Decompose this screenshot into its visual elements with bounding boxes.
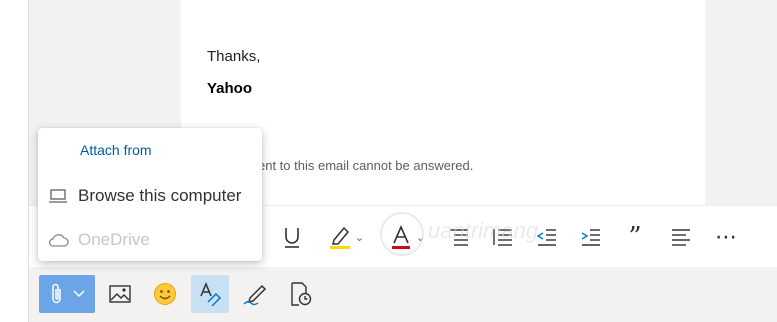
underline-button[interactable] bbox=[280, 222, 304, 252]
format-text-icon bbox=[200, 282, 222, 306]
schedule-send-button[interactable] bbox=[281, 275, 319, 313]
compose-bottom-toolbar bbox=[29, 267, 777, 322]
quote-button[interactable]: ” bbox=[622, 222, 648, 252]
menu-item-onedrive[interactable]: OneDrive bbox=[38, 222, 262, 258]
pen-signature-icon bbox=[243, 284, 267, 306]
more-options-button[interactable]: ⋯ bbox=[712, 222, 740, 252]
highlight-button[interactable]: ⌄ bbox=[324, 222, 368, 252]
watermark-logo bbox=[380, 212, 424, 256]
decrease-indent-icon bbox=[536, 229, 556, 246]
cloud-icon bbox=[38, 233, 78, 247]
increase-indent-icon bbox=[581, 229, 600, 246]
menu-item-label: Browse this computer bbox=[78, 186, 242, 205]
paperclip-icon bbox=[52, 283, 61, 304]
watermark-text: uantrimang bbox=[428, 218, 539, 243]
attach-menu-title: Attach from bbox=[80, 142, 152, 158]
align-button[interactable] bbox=[668, 222, 694, 252]
attach-button[interactable] bbox=[39, 275, 95, 313]
highlighter-icon bbox=[329, 226, 350, 249]
menu-item-browse-computer[interactable]: Browse this computer bbox=[38, 178, 262, 214]
emoji-icon bbox=[154, 283, 176, 305]
menu-item-label: OneDrive bbox=[78, 230, 150, 249]
attach-from-menu: Attach from Browse this computer OneDriv… bbox=[38, 128, 262, 261]
format-text-button[interactable] bbox=[191, 275, 229, 313]
left-rail bbox=[0, 0, 29, 322]
underline-icon bbox=[285, 228, 299, 248]
email-sender-signature: Yahoo bbox=[207, 80, 253, 97]
emoji-button[interactable] bbox=[146, 275, 184, 313]
picture-icon bbox=[109, 285, 131, 303]
email-closing: Thanks, bbox=[207, 48, 261, 65]
insert-picture-button[interactable] bbox=[101, 275, 139, 313]
schedule-send-icon bbox=[291, 282, 312, 306]
quote-icon: ” bbox=[628, 222, 642, 252]
email-disclaimer: ent to this email cannot be answered. bbox=[258, 158, 474, 173]
increase-indent-button[interactable] bbox=[578, 222, 604, 252]
align-left-icon bbox=[672, 229, 690, 246]
chevron-down-icon: ⌄ bbox=[354, 231, 365, 244]
chevron-down-icon bbox=[73, 290, 85, 298]
more-icon: ⋯ bbox=[715, 224, 737, 249]
signature-button[interactable] bbox=[236, 275, 274, 313]
laptop-icon bbox=[38, 188, 78, 204]
